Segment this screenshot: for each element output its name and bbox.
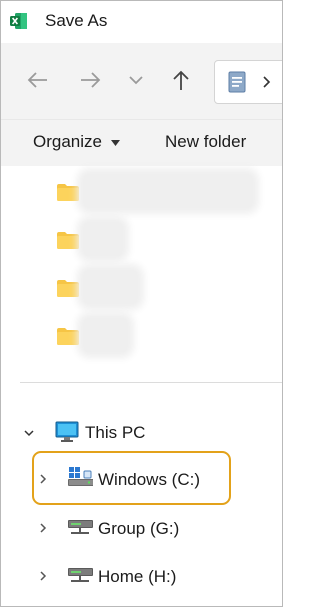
blurred-name	[83, 222, 123, 256]
network-drive-icon	[68, 520, 93, 534]
save-as-dialog: Save As Organize New folder This PC Wind…	[0, 0, 283, 607]
list-item[interactable]	[1, 312, 282, 358]
tree-item-this-pc[interactable]: This PC	[1, 413, 282, 453]
folder-icon	[57, 328, 79, 345]
window-title: Save As	[45, 11, 108, 30]
tree-item-label: This PC	[85, 423, 146, 442]
command-bar: Organize New folder	[1, 119, 282, 166]
chevron-right-icon[interactable]	[37, 522, 49, 534]
blurred-name	[83, 318, 128, 352]
arrow-right-icon[interactable]	[75, 65, 105, 95]
chevron-down-icon[interactable]	[121, 65, 151, 95]
folder-icon	[57, 184, 79, 201]
chevron-right-icon[interactable]	[260, 75, 272, 89]
document-icon	[228, 71, 246, 93]
blurred-name	[83, 174, 253, 208]
tree-item-home-h[interactable]: Home (H:)	[1, 556, 282, 596]
tree-item-windows-c[interactable]: Windows (C:)	[1, 459, 282, 499]
arrow-left-icon[interactable]	[23, 65, 53, 95]
list-item[interactable]	[1, 264, 282, 310]
address-bar[interactable]	[214, 60, 282, 104]
caret-down-icon[interactable]	[111, 140, 120, 146]
list-item[interactable]	[1, 168, 282, 214]
folder-icon	[57, 232, 79, 249]
organize-button[interactable]: Organize	[33, 132, 102, 152]
folder-icon	[57, 280, 79, 297]
blurred-name	[83, 270, 138, 304]
title-bar: Save As	[1, 1, 282, 43]
tree-item-label: Home (H:)	[98, 567, 177, 586]
chevron-down-icon[interactable]	[23, 427, 35, 439]
navigation-bar	[1, 43, 282, 119]
tree-item-group-g[interactable]: Group (G:)	[1, 508, 282, 548]
arrow-up-icon[interactable]	[166, 65, 196, 95]
chevron-right-icon[interactable]	[37, 570, 49, 582]
list-item[interactable]	[1, 216, 282, 262]
computer-icon	[55, 421, 79, 442]
tree-item-label: Windows (C:)	[98, 470, 201, 489]
chevron-right-icon[interactable]	[37, 473, 49, 485]
new-folder-button[interactable]: New folder	[165, 132, 246, 152]
tree-item-label: Group (G:)	[98, 519, 180, 538]
windows-drive-icon	[68, 467, 93, 486]
network-drive-icon	[68, 568, 93, 582]
divider	[20, 382, 282, 383]
excel-icon	[10, 13, 27, 29]
